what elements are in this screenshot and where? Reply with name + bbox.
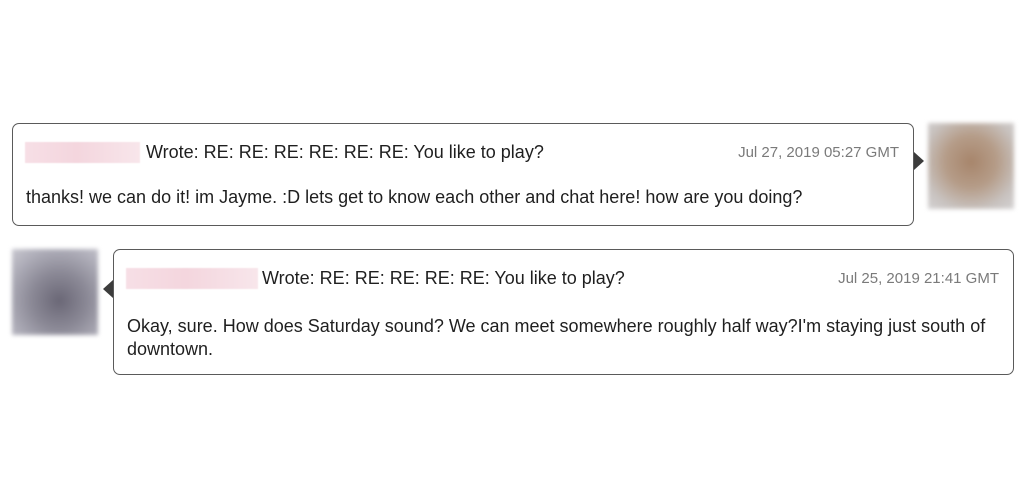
message-bubble: Wrote: RE: RE: RE: RE: RE: RE: You like … — [12, 123, 914, 226]
message-subject: Wrote: RE: RE: RE: RE: RE: You like to p… — [262, 268, 625, 288]
message-subject: Wrote: RE: RE: RE: RE: RE: RE: You like … — [146, 142, 544, 162]
message-timestamp: Jul 25, 2019 21:41 GMT — [838, 270, 999, 287]
redacted-sender-name — [126, 268, 258, 289]
message-bubble: Wrote: RE: RE: RE: RE: RE: You like to p… — [113, 249, 1014, 375]
bubble-pointer — [103, 280, 113, 298]
message-timestamp: Jul 27, 2019 05:27 GMT — [738, 144, 899, 161]
bubble-pointer — [914, 152, 924, 170]
message-body: thanks! we can do it! im Jayme. :D lets … — [26, 187, 803, 207]
avatar[interactable] — [928, 123, 1014, 209]
message-body: Okay, sure. How does Saturday sound? We … — [127, 316, 986, 359]
redacted-sender-name — [25, 142, 140, 163]
avatar[interactable] — [12, 249, 98, 335]
